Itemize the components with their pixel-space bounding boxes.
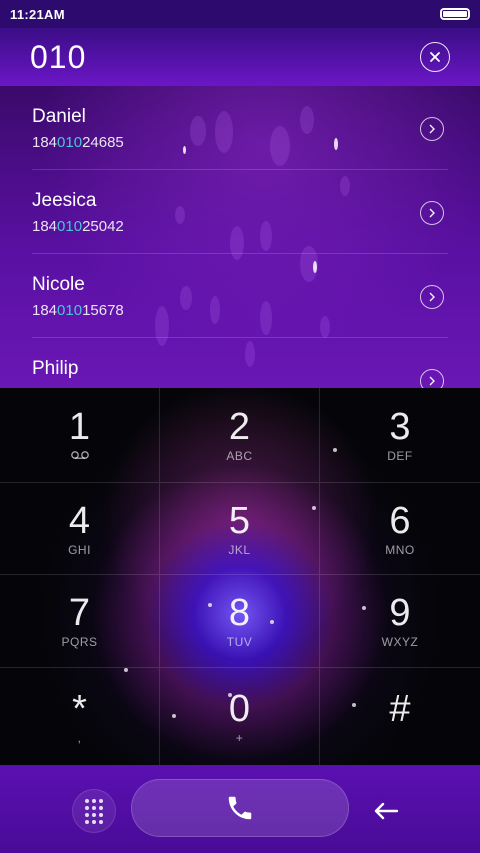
key-letters: ,: [77, 730, 82, 745]
key-digit: 6: [389, 499, 411, 542]
contact-details-button[interactable]: [420, 285, 444, 309]
number-suffix: 15678: [82, 302, 124, 319]
clear-button[interactable]: [420, 42, 450, 72]
key-letters: GHI: [68, 542, 91, 557]
call-button[interactable]: [131, 779, 349, 837]
contact-name: Daniel: [32, 106, 86, 127]
key-digit: 0: [228, 687, 251, 730]
key-letters: DEF: [387, 449, 413, 463]
key-letters: WXYZ: [381, 635, 419, 649]
contact-row[interactable]: Jeesica 18401025042: [32, 170, 448, 254]
key-6[interactable]: 6 MNO: [320, 483, 480, 575]
contact-name: Nicole: [32, 274, 85, 295]
contact-list[interactable]: Daniel 18401024685 Jeesica 18401025042 N…: [0, 86, 480, 388]
number-match: 010: [57, 218, 83, 235]
key-5[interactable]: 5 JKL: [160, 483, 320, 575]
contact-row[interactable]: Philip: [32, 338, 448, 388]
contact-number: 18401025042: [32, 218, 124, 235]
key-7[interactable]: 7 PQRS: [0, 575, 160, 668]
chevron-right-icon: [429, 208, 435, 218]
key-digit: 1: [68, 406, 91, 448]
bottom-action-bar: [0, 765, 480, 853]
contact-name: Jeesica: [32, 190, 97, 211]
dial-header: 010: [0, 28, 480, 86]
key-digit: 8: [228, 592, 251, 634]
key-9[interactable]: 9 WXYZ: [320, 575, 480, 668]
key-letters: TUV: [226, 635, 253, 649]
number-prefix: 184: [32, 134, 58, 151]
number-suffix: 25042: [82, 218, 124, 235]
chevron-right-icon: [429, 292, 435, 302]
contact-details-button[interactable]: [420, 117, 444, 141]
battery-icon: [440, 8, 470, 20]
voicemail-icon: [70, 449, 90, 463]
dialed-number: 010: [30, 38, 87, 75]
contact-name: Philip: [32, 358, 79, 379]
key-digit: 5: [228, 499, 251, 542]
contact-number: 18401024685: [32, 134, 124, 151]
key-letters: ABC: [226, 449, 253, 463]
key-digit: #: [389, 687, 411, 730]
status-time: 11:21AM: [10, 6, 65, 22]
arrow-left-icon: [374, 802, 399, 820]
chevron-right-icon: [429, 124, 435, 134]
contact-details-button[interactable]: [420, 369, 444, 388]
battery-level: [443, 11, 467, 17]
key-8[interactable]: 8 TUV: [160, 575, 320, 668]
dialpad: 1 2 ABC 3 DEF 4 GHI 5 JKL 6 MNO 7 PQRS 8…: [0, 388, 480, 765]
key-3[interactable]: 3 DEF: [320, 388, 480, 483]
key-4[interactable]: 4 GHI: [0, 483, 160, 575]
key-1[interactable]: 1: [0, 388, 160, 483]
status-bar: 11:21AM: [0, 0, 480, 28]
key-0[interactable]: 0 +: [160, 668, 320, 765]
contact-row[interactable]: Daniel 18401024685: [32, 86, 448, 170]
number-prefix: 184: [32, 302, 58, 319]
key-digit: 3: [389, 406, 411, 448]
number-prefix: 184: [32, 218, 58, 235]
key-digit: *: [72, 687, 87, 730]
key-2[interactable]: 2 ABC: [160, 388, 320, 483]
key-hash[interactable]: #: [320, 668, 480, 765]
key-digit: 7: [68, 592, 91, 634]
number-match: 010: [57, 134, 83, 151]
backspace-button[interactable]: [366, 791, 406, 831]
contact-row[interactable]: Nicole 18401015678: [32, 254, 448, 338]
phone-icon: [228, 796, 252, 820]
contact-details-button[interactable]: [420, 201, 444, 225]
number-match: 010: [57, 302, 83, 319]
contact-number: 18401015678: [32, 302, 124, 319]
key-digit: 9: [389, 592, 411, 634]
key-digit: 4: [68, 499, 91, 542]
number-suffix: 24685: [82, 134, 124, 151]
close-icon: [430, 52, 440, 62]
key-letters: +: [235, 730, 244, 745]
key-letters: JKL: [228, 542, 251, 557]
key-star[interactable]: * ,: [0, 668, 160, 765]
key-letters: PQRS: [61, 635, 98, 649]
chevron-right-icon: [429, 376, 435, 386]
key-letters: MNO: [385, 542, 415, 557]
key-digit: 2: [228, 406, 251, 448]
dialpad-toggle-button[interactable]: [72, 789, 116, 833]
